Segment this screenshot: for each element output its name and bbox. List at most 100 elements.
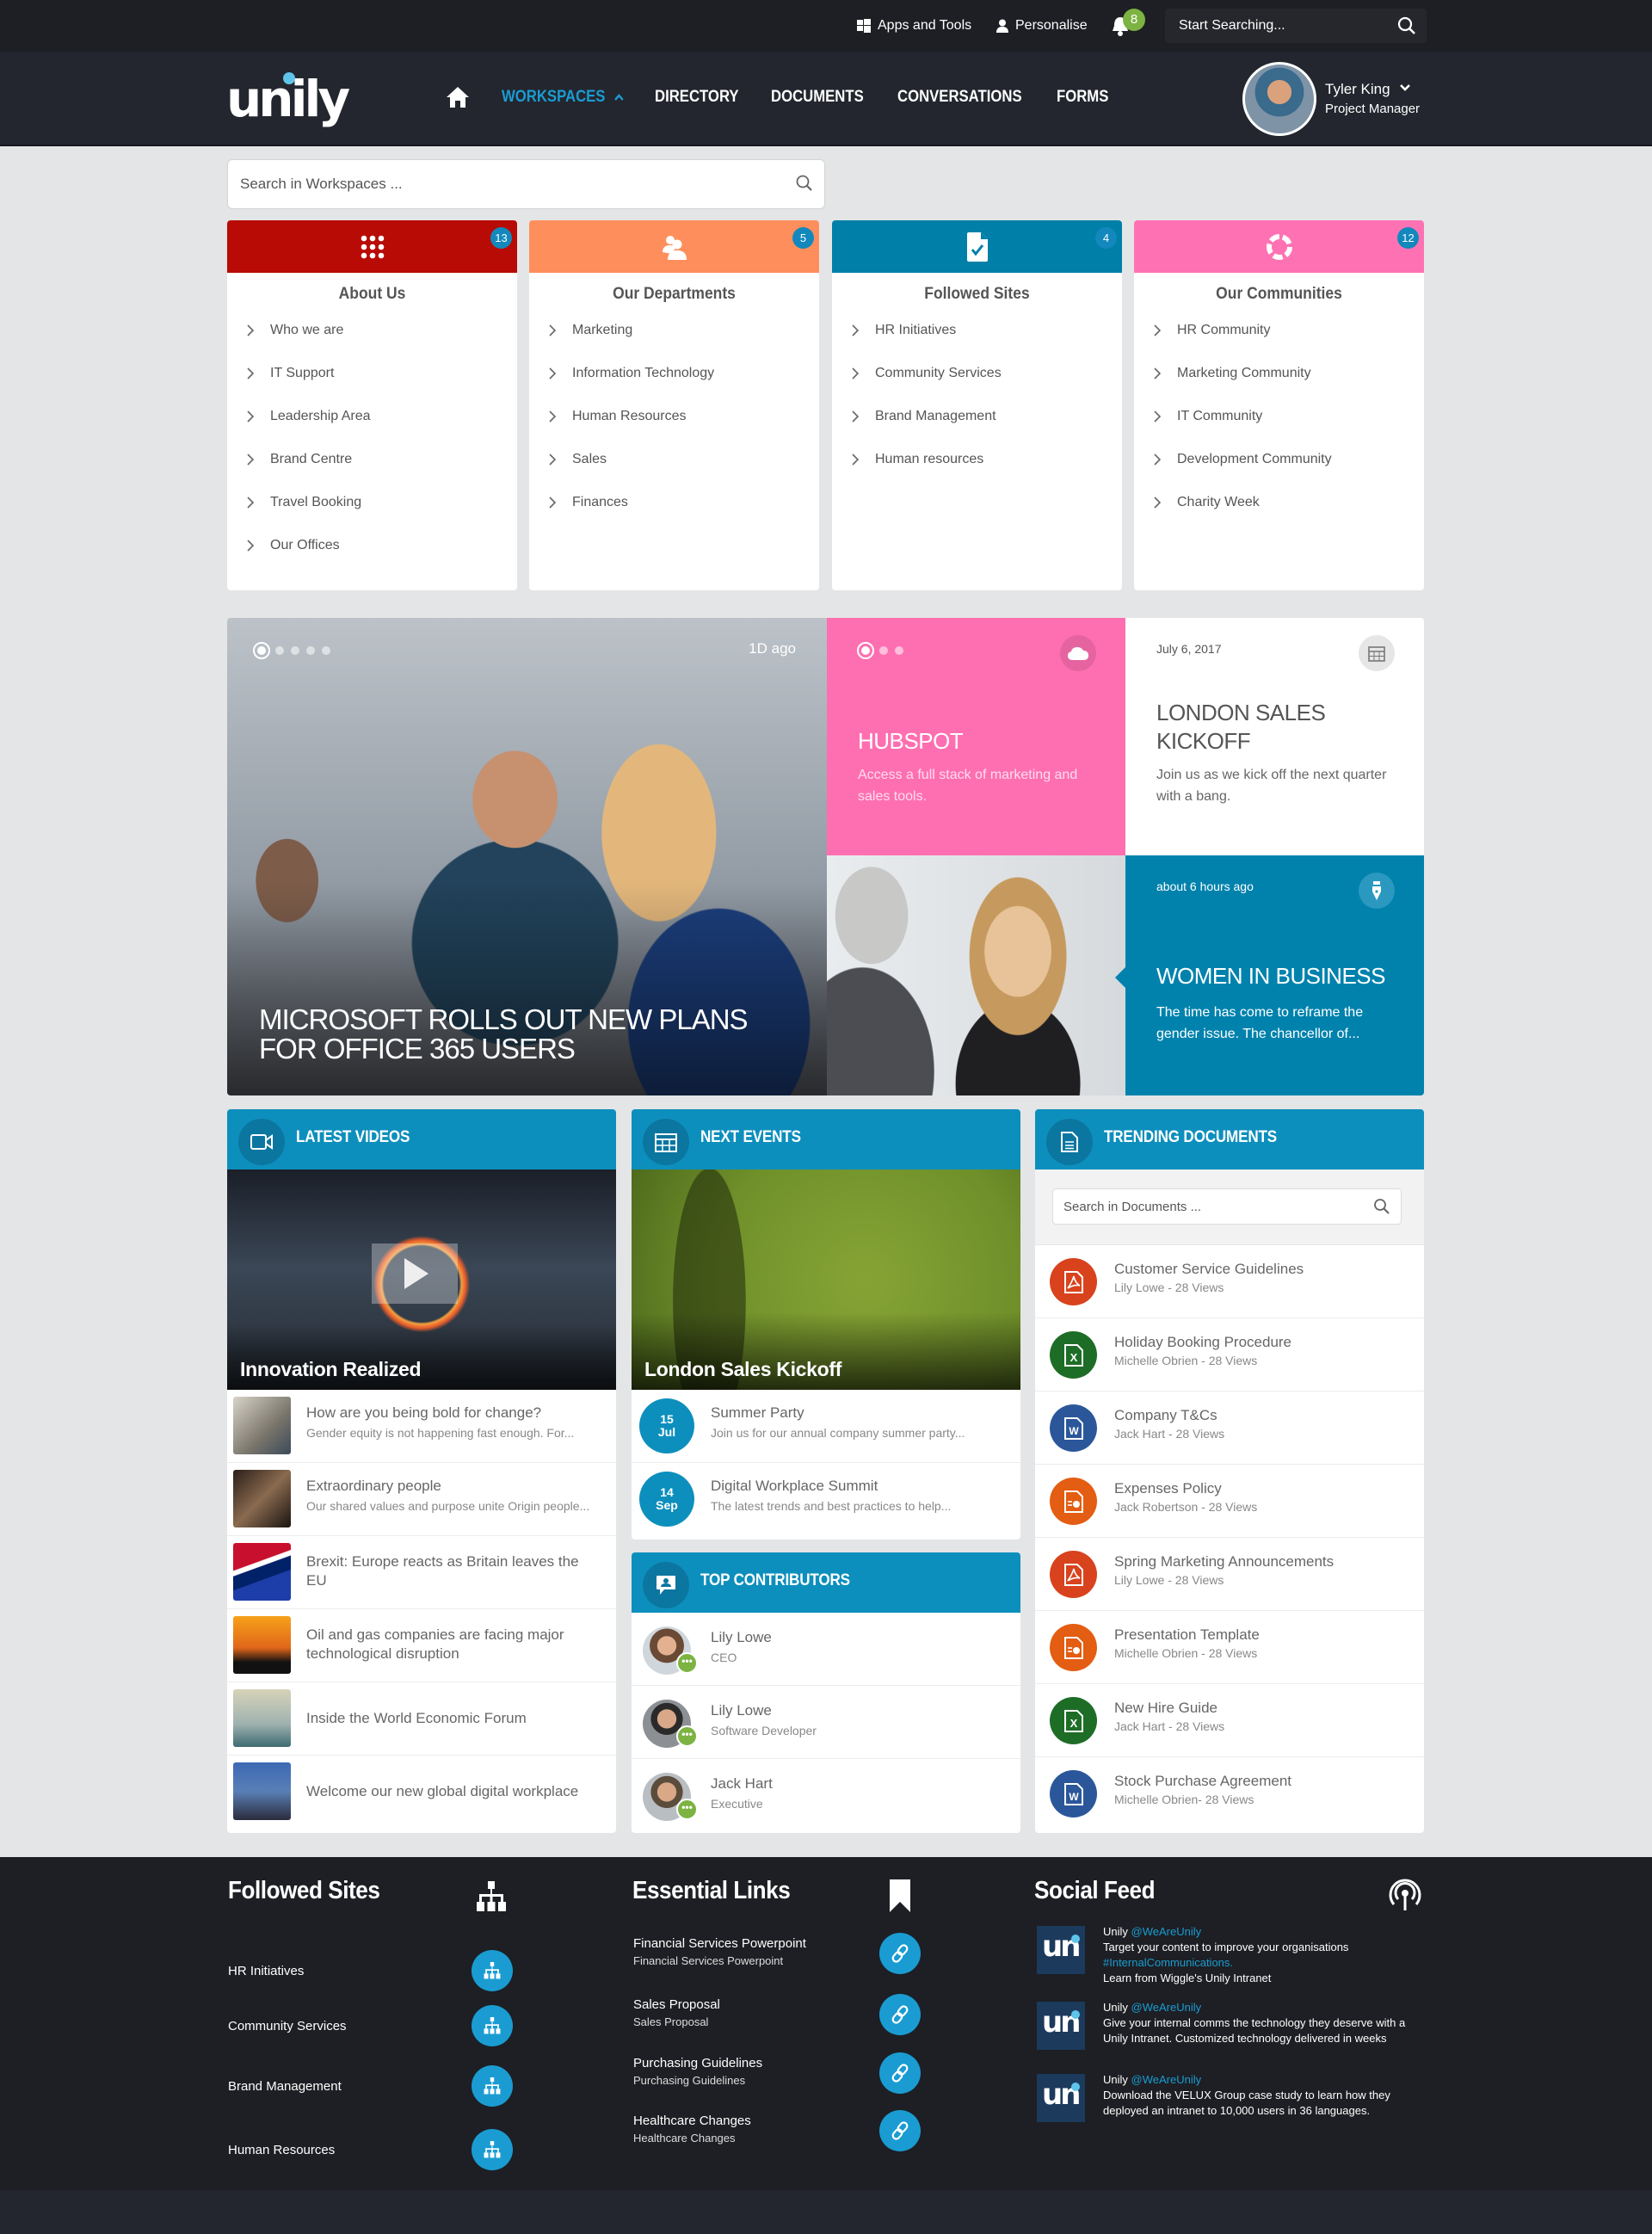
footer-followed-site-link[interactable]: Human Resources: [228, 2143, 335, 2157]
footer-essential-link[interactable]: Purchasing Guidelines: [633, 2056, 762, 2070]
nav-directory[interactable]: DIRECTORY: [655, 88, 739, 107]
chat-bubble-icon[interactable]: •••: [676, 1725, 698, 1747]
carousel-dot[interactable]: [306, 646, 315, 655]
document-list-item[interactable]: Customer Service Guidelines Lily Lowe - 2…: [1035, 1245, 1424, 1318]
nav-workspaces[interactable]: WORKSPACES: [502, 88, 625, 107]
document-search-input[interactable]: [1063, 1189, 1356, 1224]
user-name[interactable]: Tyler King: [1325, 81, 1390, 98]
video-thumbnail[interactable]: [233, 1397, 291, 1454]
unily-social-avatar[interactable]: un: [1037, 1926, 1085, 1974]
play-icon[interactable]: [372, 1244, 458, 1304]
carousel-dot[interactable]: [253, 642, 270, 659]
footer-followed-site-link[interactable]: Community Services: [228, 2019, 347, 2033]
document-list-item[interactable]: W Company T&Cs Jack Hart - 28 Views: [1035, 1392, 1424, 1465]
nav-conversations[interactable]: CONVERSATIONS: [897, 88, 1022, 107]
women-in-business-image[interactable]: [827, 855, 1125, 1095]
workspace-link[interactable]: IT Community: [1134, 395, 1424, 438]
footer-followed-site-link[interactable]: HR Initiatives: [228, 1964, 304, 1978]
workspace-card-header[interactable]: 4: [832, 220, 1122, 273]
workspace-link[interactable]: Marketing Community: [1134, 352, 1424, 395]
search-icon[interactable]: [1397, 16, 1416, 35]
document-list-item[interactable]: W Stock Purchase Agreement Michelle Obrien…: [1035, 1757, 1424, 1830]
footer-followed-site-link[interactable]: Brand Management: [228, 2079, 342, 2094]
workspace-link[interactable]: Our Offices: [227, 524, 517, 567]
document-list-item[interactable]: Spring Marketing Announcements Lily Lowe …: [1035, 1538, 1424, 1611]
chat-bubble-icon[interactable]: •••: [676, 1652, 698, 1674]
video-thumbnail[interactable]: [233, 1470, 291, 1527]
sitemap-icon[interactable]: [472, 2005, 513, 2046]
workspace-link[interactable]: Who we are: [227, 309, 517, 352]
document-list-item[interactable]: X New Hire Guide Jack Hart - 28 Views: [1035, 1684, 1424, 1757]
video-thumbnail[interactable]: [233, 1689, 291, 1747]
video-list-item[interactable]: How are you being bold for change? Gender…: [227, 1390, 616, 1463]
carousel-dot[interactable]: [322, 646, 330, 655]
video-list-item[interactable]: Brexit: Europe reacts as Britain leaves …: [227, 1536, 616, 1609]
video-list-item[interactable]: Welcome our new global digital workplace: [227, 1756, 616, 1829]
workspace-link[interactable]: Human resources: [832, 438, 1122, 481]
footer-essential-link[interactable]: Financial Services Powerpoint: [633, 1936, 806, 1951]
video-list-item[interactable]: Oil and gas companies are facing major t…: [227, 1609, 616, 1682]
social-handle[interactable]: @WeAreUnily: [1131, 2001, 1202, 2014]
workspace-link[interactable]: HR Community: [1134, 309, 1424, 352]
workspace-card-header[interactable]: 5: [529, 220, 819, 273]
link-icon[interactable]: [879, 1933, 921, 1974]
link-icon[interactable]: [879, 2110, 921, 2151]
chevron-down-icon[interactable]: [1399, 83, 1411, 93]
workspace-link[interactable]: IT Support: [227, 352, 517, 395]
link-icon[interactable]: [879, 2052, 921, 2094]
link-icon[interactable]: [879, 1994, 921, 2035]
carousel-dot[interactable]: [895, 646, 903, 655]
unily-social-avatar[interactable]: un: [1037, 2074, 1085, 2122]
contributor-list-item[interactable]: ••• Lily Lowe CEO: [632, 1613, 1020, 1686]
workspace-link[interactable]: Human Resources: [529, 395, 819, 438]
document-list-item[interactable]: Expenses Policy Jack Robertson - 28 Views: [1035, 1465, 1424, 1538]
contributor-list-item[interactable]: ••• Lily Lowe Software Developer: [632, 1686, 1020, 1759]
document-list-item[interactable]: X Holiday Booking Procedure Michelle Obrie…: [1035, 1318, 1424, 1392]
video-thumbnail[interactable]: [233, 1616, 291, 1674]
workspace-card-header[interactable]: 12: [1134, 220, 1424, 273]
social-hashtag[interactable]: #InternalCommunications.: [1103, 1956, 1233, 1969]
unily-logo[interactable]: unily: [226, 69, 350, 129]
workspace-link[interactable]: Brand Centre: [227, 438, 517, 481]
apps-and-tools-link[interactable]: Apps and Tools: [857, 0, 971, 52]
footer-essential-link[interactable]: Sales Proposal: [633, 1997, 720, 2012]
workspace-link[interactable]: Development Community: [1134, 438, 1424, 481]
social-post[interactable]: Unily @WeAreUnily Give your internal comm…: [1103, 2000, 1430, 2046]
global-search-input[interactable]: [1179, 9, 1385, 43]
carousel-dot[interactable]: [275, 646, 284, 655]
workspace-link[interactable]: Community Services: [832, 352, 1122, 395]
event-list-item[interactable]: 14 Sep Digital Workplace Summit The latest …: [632, 1463, 1020, 1536]
video-list-item[interactable]: Extraordinary people Our shared values an…: [227, 1463, 616, 1536]
workspace-link[interactable]: Charity Week: [1134, 481, 1424, 524]
unily-social-avatar[interactable]: un: [1037, 2002, 1085, 2050]
sitemap-icon[interactable]: [472, 2065, 513, 2107]
workspace-link[interactable]: HR Initiatives: [832, 309, 1122, 352]
workspace-link[interactable]: Sales: [529, 438, 819, 481]
event-list-item[interactable]: 15 Jul Summer Party Join us for our annual …: [632, 1390, 1020, 1463]
social-handle[interactable]: @WeAreUnily: [1131, 1925, 1202, 1938]
social-post[interactable]: Unily @WeAreUnily Download the VELUX Grou…: [1103, 2072, 1430, 2119]
video-list-item[interactable]: Inside the World Economic Forum: [227, 1682, 616, 1756]
search-icon[interactable]: [1373, 1198, 1390, 1215]
social-handle[interactable]: @WeAreUnily: [1131, 2073, 1202, 2086]
hero-title[interactable]: MICROSOFT ROLLS OUT NEW PLANS FOR OFFICE…: [259, 1005, 792, 1064]
sitemap-icon[interactable]: [472, 1950, 513, 1991]
carousel-dot[interactable]: [879, 646, 888, 655]
workspace-link[interactable]: Leadership Area: [227, 395, 517, 438]
hero-news-slide[interactable]: 1D ago MICROSOFT ROLLS OUT NEW PLANS FOR…: [227, 618, 827, 1095]
workspace-link[interactable]: Information Technology: [529, 352, 819, 395]
document-list-item[interactable]: Presentation Template Michelle Obrien - 2…: [1035, 1611, 1424, 1684]
workspace-link[interactable]: Finances: [529, 481, 819, 524]
hubspot-tile[interactable]: HUBSPOT Access a full stack of marketing…: [827, 618, 1125, 855]
personalise-link[interactable]: Personalise: [996, 0, 1088, 52]
nav-forms[interactable]: FORMS: [1057, 88, 1108, 107]
user-avatar[interactable]: [1242, 62, 1316, 136]
women-in-business-tile[interactable]: about 6 hours ago WOMEN IN BUSINESS The …: [1115, 855, 1424, 1095]
workspace-link[interactable]: Marketing: [529, 309, 819, 352]
chat-bubble-icon[interactable]: •••: [676, 1799, 698, 1820]
footer-essential-link[interactable]: Healthcare Changes: [633, 2114, 751, 2128]
carousel-dot[interactable]: [291, 646, 299, 655]
video-thumbnail[interactable]: [233, 1543, 291, 1601]
contributor-list-item[interactable]: ••• Jack Hart Executive: [632, 1759, 1020, 1832]
sitemap-icon[interactable]: [472, 2129, 513, 2170]
